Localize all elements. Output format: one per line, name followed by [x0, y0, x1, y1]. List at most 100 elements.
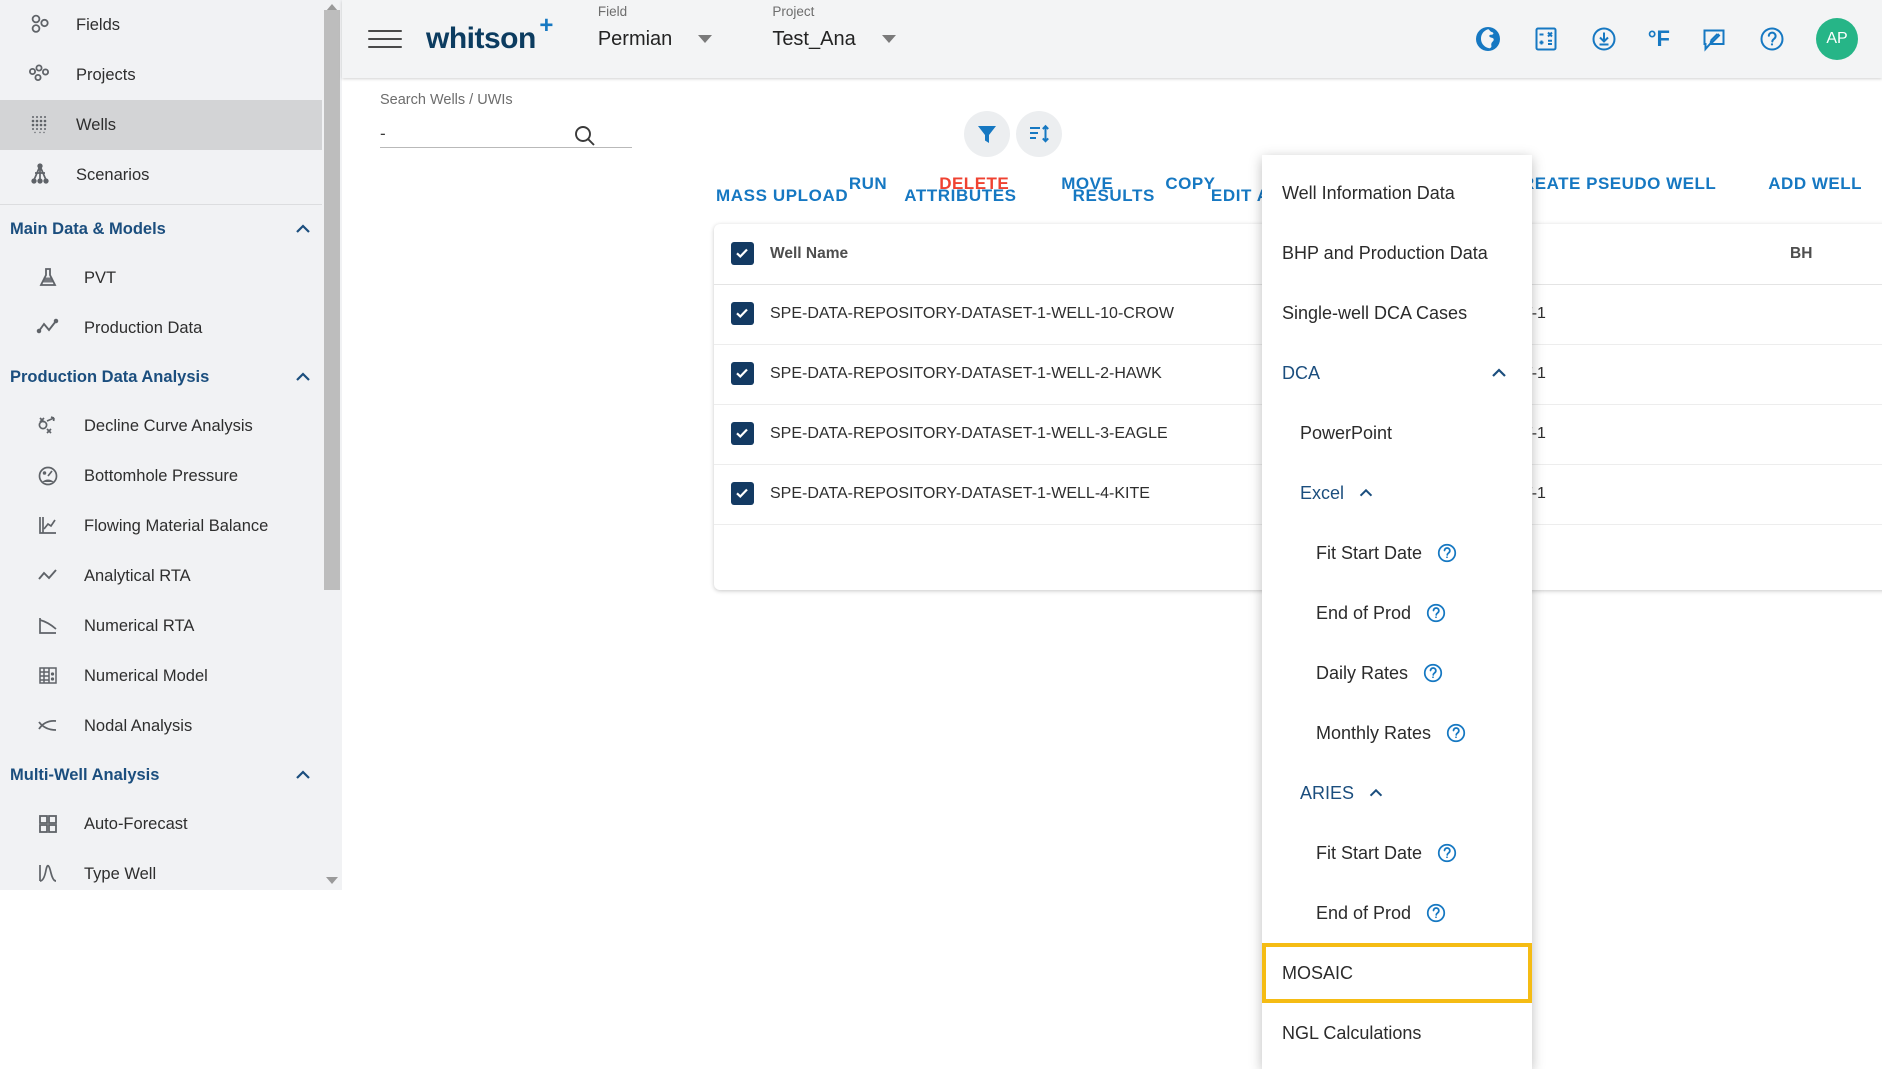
sidebar-item-production-data[interactable]: Production Data	[0, 303, 342, 353]
column-header-bhp[interactable]: BH	[1790, 224, 1882, 285]
tab-mass-upload[interactable]: MASS UPLOAD	[716, 186, 848, 206]
globe-icon[interactable]	[1474, 25, 1502, 53]
sidebar-item-fields[interactable]: Fields	[0, 0, 342, 50]
help-circle-icon[interactable]	[1422, 662, 1444, 684]
column-header-well-name[interactable]: Well Name	[770, 224, 1270, 285]
menu-item-aries-fit-start-date[interactable]: Fit Start Date	[1262, 823, 1532, 883]
menu-item-excel-monthly-rates[interactable]: Monthly Rates	[1262, 703, 1532, 763]
grid-building-icon	[26, 663, 70, 689]
sidebar-group-multi-well-analysis[interactable]: Multi-Well Analysis	[0, 751, 342, 799]
sidebar-item-flowing-material-balance[interactable]: Flowing Material Balance	[0, 501, 342, 551]
sidebar-item-label: Auto-Forecast	[84, 814, 188, 833]
projects-icon	[18, 62, 62, 88]
app-header: whitson + Field Permian Project Test_Ana	[342, 0, 1882, 78]
menu-item-mosaic[interactable]: MOSAIC	[1262, 943, 1532, 1003]
menu-item-well-information-data[interactable]: Well Information Data	[1262, 163, 1532, 223]
menu-item-bhp-and-production-data[interactable]: BHP and Production Data	[1262, 223, 1532, 283]
row-checkbox[interactable]	[730, 361, 754, 385]
help-circle-icon[interactable]	[1436, 842, 1458, 864]
menu-item-label: PowerPoint	[1300, 422, 1393, 443]
sidebar-item-label: Wells	[76, 115, 117, 134]
sidebar-group-label: Main Data & Models	[10, 219, 166, 238]
cell-well-name: SPE-DATA-REPOSITORY-DATASET-1-WELL-2-HAW…	[770, 344, 1270, 405]
sidebar-item-numerical-rta[interactable]: Numerical RTA	[0, 601, 342, 651]
scroll-down-arrow-icon[interactable]	[326, 877, 338, 884]
feedback-icon[interactable]	[1700, 25, 1728, 53]
sidebar-item-projects[interactable]: Projects	[0, 50, 342, 100]
row-checkbox[interactable]	[730, 301, 754, 325]
menu-group-dca[interactable]: DCA	[1262, 343, 1532, 403]
filter-button[interactable]	[964, 111, 1010, 157]
menu-item-excel-fit-start-date[interactable]: Fit Start Date	[1262, 523, 1532, 583]
gauge-icon	[26, 463, 70, 489]
menu-item-label: Excel	[1300, 482, 1345, 503]
decline-curve-icon	[26, 413, 70, 439]
logo-text: whitson	[426, 22, 536, 55]
menu-item-excel-daily-rates[interactable]: Daily Rates	[1262, 643, 1532, 703]
sidebar-item-type-well[interactable]: Type Well	[0, 849, 342, 890]
sidebar-item-label: Bottomhole Pressure	[84, 466, 239, 485]
sidebar-item-scenarios[interactable]: Scenarios	[0, 150, 342, 200]
cell-well-name: SPE-DATA-REPOSITORY-DATASET-1-WELL-3-EAG…	[770, 404, 1270, 465]
sidebar-item-pvt[interactable]: PVT	[0, 253, 342, 303]
create-pseudo-well-button[interactable]: CREATE PSEUDO WELL	[1509, 174, 1716, 194]
help-circle-icon[interactable]	[1445, 722, 1467, 744]
user-avatar[interactable]: AP	[1816, 18, 1858, 60]
help-circle-icon[interactable]	[1425, 602, 1447, 624]
chevron-up-icon	[1488, 362, 1510, 384]
sidebar-group-production-data-analysis[interactable]: Production Data Analysis	[0, 353, 342, 401]
download-icon[interactable]	[1590, 25, 1618, 53]
temperature-unit-icon[interactable]: °F	[1648, 26, 1670, 52]
caret-down-icon	[698, 35, 713, 43]
menu-item-ngl-calculations[interactable]: NGL Calculations	[1262, 1003, 1532, 1063]
project-selector[interactable]: Project Test_Ana	[772, 4, 896, 51]
sidebar-scrollbar-thumb[interactable]	[324, 10, 340, 590]
add-well-button[interactable]: ADD WELL	[1768, 174, 1862, 194]
menu-item-powerpoint[interactable]: PowerPoint	[1262, 403, 1532, 463]
menu-item-label: BHP and Production Data	[1282, 242, 1488, 263]
hamburger-icon[interactable]	[368, 24, 402, 54]
menu-item-single-well-dca-cases[interactable]: Single-well DCA Cases	[1262, 283, 1532, 343]
tab-results[interactable]: RESULTS	[1073, 186, 1155, 206]
menu-group-excel[interactable]: Excel	[1262, 463, 1532, 523]
sidebar-item-bottomhole-pressure[interactable]: Bottomhole Pressure	[0, 451, 342, 501]
main-content: whitson + Field Permian Project Test_Ana	[342, 0, 1882, 1069]
sidebar-group-label: Multi-Well Analysis	[10, 765, 160, 784]
menu-item-excel-end-of-prod[interactable]: End of Prod	[1262, 583, 1532, 643]
sidebar-item-label: Flowing Material Balance	[84, 516, 269, 535]
sidebar-scrollbar[interactable]	[322, 0, 342, 890]
sidebar-item-numerical-model[interactable]: Numerical Model	[0, 651, 342, 701]
sidebar-item-decline-curve-analysis[interactable]: Decline Curve Analysis	[0, 401, 342, 451]
select-all-checkbox[interactable]	[730, 241, 754, 265]
calculator-icon[interactable]	[1532, 25, 1560, 53]
sidebar-item-nodal-analysis[interactable]: Nodal Analysis	[0, 701, 342, 751]
flask-icon	[26, 266, 70, 290]
help-circle-icon[interactable]	[1436, 542, 1458, 564]
row-checkbox-cell	[714, 344, 770, 405]
sidebar-item-label: Nodal Analysis	[84, 716, 193, 735]
sidebar: Fields Projects Wells Scenarios Main Dat…	[0, 0, 342, 890]
row-checkbox[interactable]	[730, 481, 754, 505]
sort-icon	[1026, 121, 1052, 147]
menu-item-label: Well Information Data	[1282, 182, 1455, 203]
field-selector-value: Permian	[597, 27, 673, 50]
menu-item-label: End of Prod	[1316, 602, 1412, 623]
help-circle-icon[interactable]	[1758, 25, 1786, 53]
sidebar-group-main-data-models[interactable]: Main Data & Models	[0, 205, 342, 253]
app-logo[interactable]: whitson +	[426, 12, 553, 56]
sidebar-item-label: Production Data	[84, 318, 203, 337]
tab-attributes[interactable]: ATTRIBUTES	[904, 186, 1016, 206]
caret-down-icon	[881, 35, 896, 43]
cell-bhp	[1790, 464, 1882, 525]
sidebar-item-wells[interactable]: Wells	[0, 100, 342, 150]
sidebar-item-auto-forecast[interactable]: Auto-Forecast	[0, 799, 342, 849]
field-selector[interactable]: Field Permian	[597, 4, 713, 51]
search-icon[interactable]	[572, 123, 598, 149]
menu-group-aries[interactable]: ARIES	[1262, 763, 1532, 823]
chevron-up-icon	[1356, 483, 1376, 503]
help-circle-icon[interactable]	[1425, 902, 1447, 924]
sidebar-item-analytical-rta[interactable]: Analytical RTA	[0, 551, 342, 601]
row-checkbox[interactable]	[730, 421, 754, 445]
menu-item-aries-end-of-prod[interactable]: End of Prod	[1262, 883, 1532, 943]
sort-button[interactable]	[1016, 111, 1062, 157]
